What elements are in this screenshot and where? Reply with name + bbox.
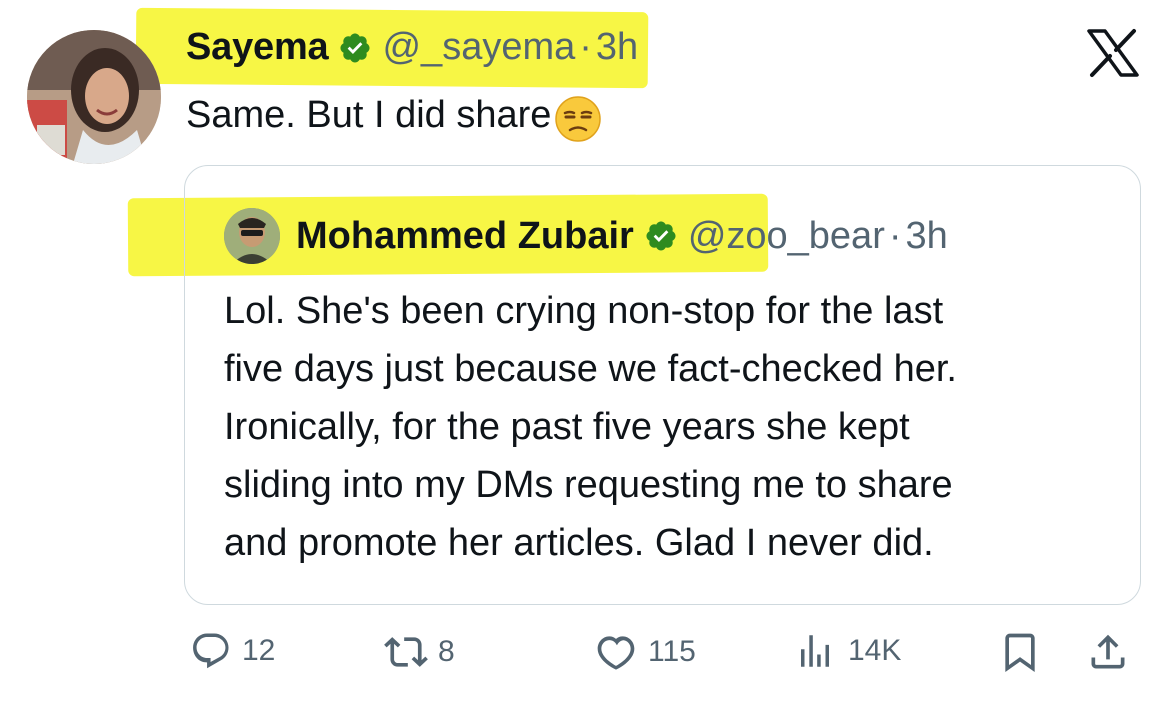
tweet-header: Sayema @_sayema · 3h <box>186 26 638 69</box>
x-logo-icon[interactable] <box>1085 28 1141 78</box>
author-name[interactable]: Sayema <box>186 26 329 69</box>
quoted-text-line: five days just because we fact-checked h… <box>224 348 957 390</box>
unamused-face-emoji <box>555 96 602 142</box>
views-icon <box>801 635 829 667</box>
timestamp[interactable]: 3h <box>596 26 638 69</box>
repost-icon <box>384 637 428 667</box>
verified-badge-icon <box>340 32 371 63</box>
avatar[interactable] <box>27 30 161 164</box>
tweet-text-content: Same. But I did share <box>186 93 552 136</box>
views-button[interactable]: 14K <box>792 630 901 672</box>
repost-count: 8 <box>438 635 455 668</box>
quoted-tweet-text: Lol. She's been crying non-stop for the … <box>224 282 1124 572</box>
quoted-timestamp[interactable]: 3h <box>906 215 948 258</box>
reply-count: 12 <box>242 634 276 667</box>
reply-button[interactable]: 12 <box>190 630 275 672</box>
quoted-avatar-photo <box>224 208 280 264</box>
author-handle[interactable]: @_sayema <box>382 26 575 69</box>
action-bar: 12 8 115 14K <box>0 630 1169 690</box>
quoted-author-name[interactable]: Mohammed Zubair <box>296 215 634 258</box>
quoted-author-handle[interactable]: @zoo_bear <box>688 215 885 258</box>
reply-icon <box>193 633 229 669</box>
share-icon <box>1091 634 1125 669</box>
avatar-photo <box>27 30 161 164</box>
view-count: 14K <box>848 634 902 667</box>
tweet-text: Same. But I did share <box>186 86 603 144</box>
quoted-text-line: and promote her articles. Glad I never d… <box>224 522 934 564</box>
quoted-tweet-header: Mohammed Zubair @zoo_bear · 3h <box>224 208 948 264</box>
like-count: 115 <box>648 635 696 668</box>
repost-button[interactable]: 8 <box>384 630 455 674</box>
separator-dot: · <box>579 26 592 68</box>
quoted-text-line: Ironically, for the past five years she … <box>224 406 910 448</box>
verified-badge-icon <box>646 221 676 251</box>
heart-icon <box>597 636 635 670</box>
bookmark-icon <box>1005 633 1035 673</box>
bookmark-button[interactable] <box>998 630 1042 674</box>
like-button[interactable]: 115 <box>594 630 696 674</box>
quoted-avatar[interactable] <box>224 208 280 264</box>
separator-dot: · <box>888 214 902 257</box>
quoted-text-line: Lol. She's been crying non-stop for the … <box>224 290 944 332</box>
share-button[interactable] <box>1086 630 1130 674</box>
quoted-text-line: sliding into my DMs requesting me to sha… <box>224 464 953 506</box>
